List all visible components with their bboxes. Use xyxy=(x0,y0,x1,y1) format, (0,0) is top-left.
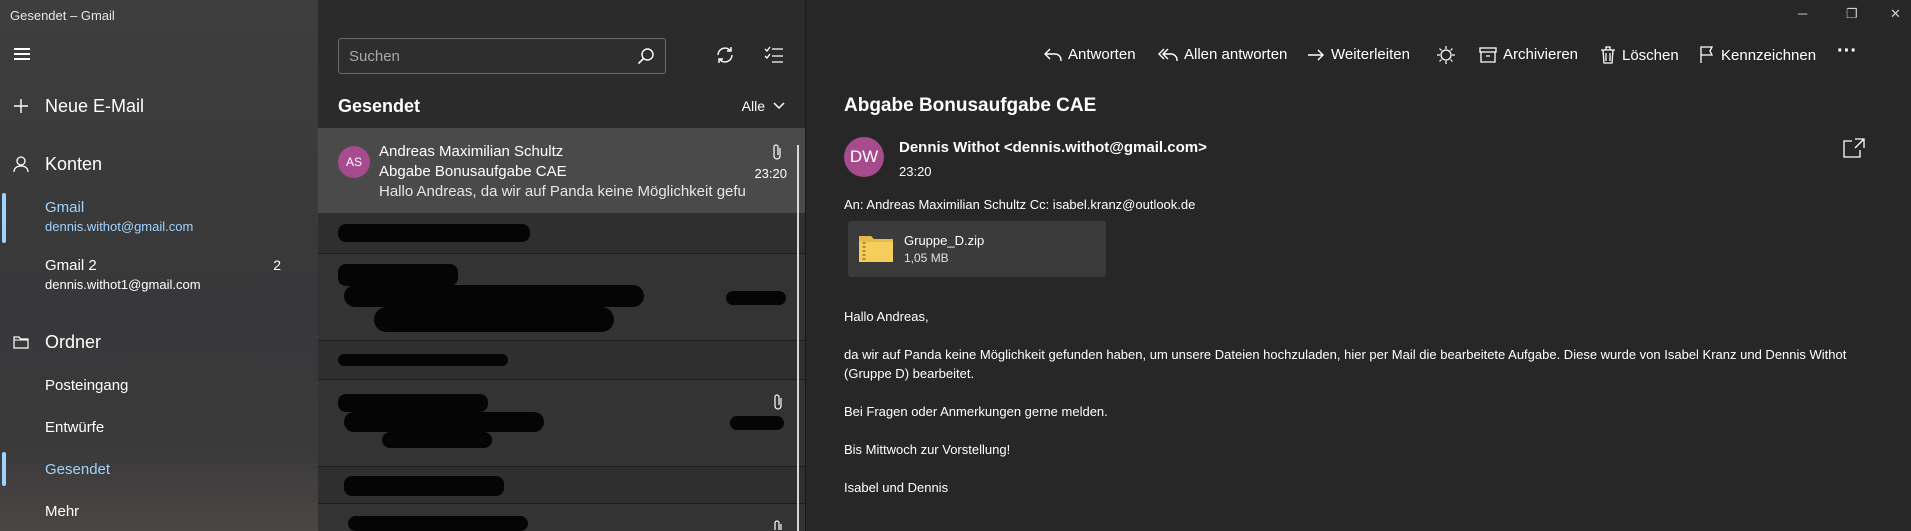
search-input[interactable] xyxy=(349,46,609,66)
redacted-text xyxy=(344,412,544,432)
theme-button[interactable] xyxy=(1437,46,1455,64)
open-in-new-window-icon[interactable] xyxy=(1843,138,1865,158)
body-paragraph: Hallo Andreas, xyxy=(844,309,929,324)
message-subject: Abgabe Bonusaufgabe CAE xyxy=(379,163,567,180)
hamburger-menu-icon[interactable] xyxy=(14,48,30,60)
account-name: Gmail 2 xyxy=(45,257,97,274)
account-gmail[interactable]: Gmail dennis.withot@gmail.com xyxy=(0,199,318,247)
accounts-heading[interactable]: Konten xyxy=(0,152,318,176)
sent-time: 23:20 xyxy=(899,164,932,179)
redacted-text xyxy=(344,285,644,307)
message-subject-title: Abgabe Bonusaufgabe CAE xyxy=(844,95,1097,116)
attachment-icon xyxy=(773,144,781,160)
sender-name[interactable]: Dennis Withot <dennis.withot@gmail.com> xyxy=(899,139,1207,156)
accounts-heading-label: Konten xyxy=(45,153,103,174)
attachment-name: Gruppe_D.zip xyxy=(904,233,985,248)
scrollbar[interactable] xyxy=(797,145,799,531)
filter-dropdown[interactable]: Alle xyxy=(742,98,785,114)
unread-count-badge: 2 xyxy=(273,257,281,273)
more-options-button[interactable]: ··· xyxy=(1837,40,1857,63)
body-paragraph: Bis Mittwoch zur Vorstellung! xyxy=(844,442,1011,457)
forward-button[interactable]: Weiterleiten xyxy=(1307,46,1410,63)
recipients-line: An: Andreas Maximilian Schultz Cc: isabe… xyxy=(844,197,1196,212)
reply-all-icon xyxy=(1158,48,1178,61)
new-mail-label: Neue E-Mail xyxy=(45,95,145,116)
archive-button[interactable]: Archivieren xyxy=(1479,46,1578,63)
sun-icon xyxy=(1437,46,1455,64)
account-gmail-2[interactable]: Gmail 2 dennis.withot1@gmail.com 2 xyxy=(0,257,318,305)
close-button[interactable]: ✕ xyxy=(1890,6,1901,22)
avatar: AS xyxy=(338,146,370,178)
message-preview: Hallo Andreas, da wir auf Panda keine Mö… xyxy=(379,183,745,200)
chevron-down-icon xyxy=(773,102,785,110)
account-name: Gmail xyxy=(45,199,85,216)
reading-pane: ─ ❐ ✕ Antworten Allen antworten Weiterle… xyxy=(806,0,1911,531)
selected-message-item[interactable]: AS Andreas Maximilian Schultz Abgabe Bon… xyxy=(318,128,805,213)
reply-all-label: Allen antworten xyxy=(1184,46,1288,63)
flag-icon xyxy=(1700,46,1714,63)
active-folder-indicator xyxy=(2,452,6,486)
restore-button[interactable]: ❐ xyxy=(1846,6,1858,22)
search-icon[interactable] xyxy=(637,47,655,65)
reply-label: Antworten xyxy=(1068,46,1136,63)
minimize-button[interactable]: ─ xyxy=(1798,6,1807,21)
message-list-pane: Gesendet Alle AS Andreas Maximilian Schu… xyxy=(318,0,806,531)
delete-button[interactable]: Löschen xyxy=(1600,46,1679,64)
flag-button[interactable]: Kennzeichnen xyxy=(1699,46,1816,64)
zip-folder-icon xyxy=(859,236,893,262)
plus-icon xyxy=(14,99,28,113)
account-email: dennis.withot1@gmail.com xyxy=(45,277,201,292)
forward-label: Weiterleiten xyxy=(1331,46,1410,63)
redacted-text xyxy=(344,476,504,496)
folder-gesendet[interactable]: Gesendet xyxy=(45,461,110,478)
redacted-text xyxy=(338,394,488,412)
body-paragraph: Bei Fragen oder Anmerkungen gerne melden… xyxy=(844,404,1108,419)
attachment-card[interactable]: Gruppe_D.zip 1,05 MB xyxy=(848,221,1106,277)
window-title: Gesendet – Gmail xyxy=(10,8,115,23)
redacted-text xyxy=(730,416,784,430)
redacted-text xyxy=(348,516,528,531)
redacted-text xyxy=(382,432,492,448)
body-signature: Isabel und Dennis xyxy=(844,480,949,495)
reply-icon xyxy=(1044,48,1062,61)
redacted-text xyxy=(374,307,614,332)
attachment-size: 1,05 MB xyxy=(904,251,949,265)
filter-label: Alle xyxy=(741,98,765,114)
search-box[interactable] xyxy=(338,38,666,74)
selection-mode-icon[interactable] xyxy=(764,45,784,65)
folder-entwuerfe[interactable]: Entwürfe xyxy=(45,419,104,436)
folders-heading[interactable]: Ordner xyxy=(0,330,318,354)
flag-label: Kennzeichnen xyxy=(1721,46,1817,64)
archive-label: Archivieren xyxy=(1503,46,1579,63)
redacted-text xyxy=(338,354,508,366)
folder-title: Gesendet xyxy=(338,96,421,116)
archive-icon xyxy=(1479,46,1497,63)
redacted-text xyxy=(726,291,786,305)
more-icon: ··· xyxy=(1837,40,1857,62)
sync-icon[interactable] xyxy=(715,45,735,65)
message-sender: Andreas Maximilian Schultz xyxy=(379,143,564,160)
folder-posteingang[interactable]: Posteingang xyxy=(45,377,128,394)
delete-label: Löschen xyxy=(1622,46,1679,64)
navigation-pane: Gesendet – Gmail Neue E-Mail Konten Gmai… xyxy=(0,0,318,531)
attachment-icon xyxy=(774,520,782,530)
account-email: dennis.withot@gmail.com xyxy=(45,219,194,234)
folder-icon xyxy=(13,336,29,349)
new-mail-button[interactable]: Neue E-Mail xyxy=(0,94,318,118)
folder-mehr[interactable]: Mehr xyxy=(45,503,79,520)
person-icon xyxy=(13,155,29,172)
reply-button[interactable]: Antworten xyxy=(1044,46,1136,63)
trash-icon xyxy=(1601,46,1615,64)
message-time: 23:20 xyxy=(754,166,787,181)
folders-heading-label: Ordner xyxy=(45,331,102,352)
redacted-text xyxy=(338,264,458,286)
forward-icon xyxy=(1308,49,1324,60)
redacted-text xyxy=(338,224,530,242)
body-paragraph: da wir auf Panda keine Möglichkeit gefun… xyxy=(844,347,1847,381)
attachment-icon xyxy=(774,394,782,410)
sender-avatar[interactable]: DW xyxy=(844,137,884,177)
reply-all-button[interactable]: Allen antworten xyxy=(1158,46,1287,63)
